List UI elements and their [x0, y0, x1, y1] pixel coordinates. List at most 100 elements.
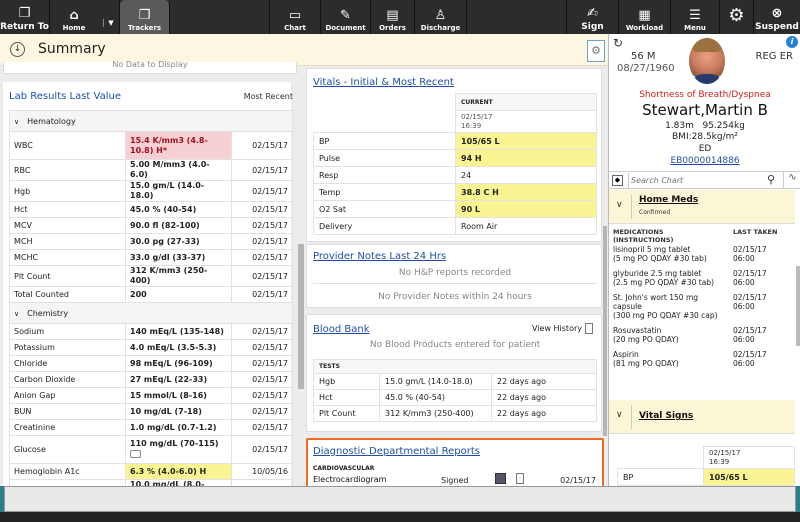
- lab-group-row[interactable]: ∨ Chemistry: [9, 302, 293, 324]
- discharge-button[interactable]: ♙ Discharge: [415, 0, 467, 34]
- lab-name: Creatinine: [9, 419, 126, 436]
- vital-value: 90 L: [455, 200, 597, 218]
- most-recent-label: Most Recent: [243, 92, 293, 101]
- collapse-panel-icon[interactable]: ◆: [612, 175, 623, 186]
- encounter-number-link[interactable]: EB0000014886: [609, 156, 800, 166]
- view-history-button[interactable]: View History: [532, 323, 593, 334]
- info-icon[interactable]: i: [786, 36, 798, 48]
- search-chart-input[interactable]: [631, 174, 759, 187]
- lab-value: 110 mg/dL (70-115): [130, 438, 219, 448]
- lab-group-name: Hematology: [27, 116, 76, 126]
- discharge-icon: ♙: [434, 8, 447, 23]
- return-to-button[interactable]: ❐ Return To: [0, 0, 50, 34]
- sidebar-scrollbar-thumb[interactable]: [796, 266, 800, 346]
- lab-name: MCH: [9, 233, 126, 250]
- blood-bank-title-link[interactable]: Blood Bank: [313, 324, 370, 335]
- summary-settings-button[interactable]: ⚙: [587, 40, 605, 62]
- report-date: 02/15/17: [560, 476, 596, 485]
- vital-value: 38.8 C H: [455, 183, 597, 201]
- lab-date: 02/15/17: [231, 371, 293, 388]
- chart-button[interactable]: ▭ Chart: [270, 0, 321, 34]
- vitals-title-link[interactable]: Vitals - Initial & Most Recent: [313, 77, 454, 88]
- patient-name: Stewart,Martin B: [642, 101, 768, 119]
- home-meds-title[interactable]: Home Meds: [639, 195, 698, 205]
- chevron-down-icon: ∨: [14, 309, 20, 318]
- left-scrollbar-thumb[interactable]: [298, 244, 304, 389]
- middle-scrollbar-thumb[interactable]: [603, 226, 607, 436]
- trend-chart-icon[interactable]: ∿: [783, 172, 800, 189]
- lab-group-row[interactable]: ∨ Hematology: [9, 110, 293, 132]
- lab-table-wrap: ∨ Hematology WBC 15.4 K/mm3 (4.8-10.8) H* 02…: [9, 110, 293, 501]
- med-item[interactable]: glyburide 2.5 mg tablet (2.5 mg PO QDAY #…: [613, 269, 789, 287]
- vitals-row: Resp 24: [313, 166, 597, 184]
- vital-signs-header[interactable]: ∨ Vital Signs: [609, 400, 795, 434]
- status-bar: [4, 486, 796, 512]
- lab-name: Total Counted: [9, 286, 126, 303]
- calendar-icon: ▦: [638, 8, 651, 23]
- med-instructions: (5 mg PO QDAY #30 tab): [613, 254, 707, 263]
- menu-button[interactable]: ☰ Menu: [671, 0, 720, 34]
- med-item[interactable]: Rosuvastatin (20 mg PO QDAY) 02/15/17 06:00: [613, 326, 789, 344]
- lab-value: 140 mEq/L (135-148): [130, 326, 224, 336]
- folder-icon: ▭: [288, 8, 302, 23]
- lab-results-panel: Lab Results Last Value Most Recent ∨ Hema…: [3, 82, 293, 501]
- sign-button[interactable]: ✍ Sign: [567, 0, 619, 34]
- lab-name: MCHC: [9, 249, 126, 266]
- med-item[interactable]: Aspirin (81 mg PO QDAY) 02/15/17 06:00: [613, 350, 789, 368]
- patient-location: REG ER: [755, 51, 793, 62]
- lab-value: 6.3 % (4.0-6.0) H: [130, 466, 207, 476]
- vitals-time: 16:39: [461, 121, 482, 130]
- lab-name: Chloride: [9, 355, 126, 372]
- lab-name: Hemoglobin A1c: [9, 463, 126, 480]
- no-hp-text: No H&P reports recorded: [398, 268, 512, 278]
- expand-icon[interactable]: ↓: [10, 42, 25, 57]
- med-item[interactable]: St. John's wort 150 mg capsule (300 mg PO…: [613, 293, 789, 320]
- blood-bank-row: Hct 45.0 % (40-54) 22 days ago: [313, 389, 597, 406]
- suspend-button[interactable]: ⊗ Suspend: [754, 0, 800, 34]
- lab-results-title: Lab Results Last Value: [9, 91, 121, 102]
- lab-group-name: Chemistry: [27, 308, 69, 318]
- vital-name: Temp: [313, 183, 456, 201]
- comment-icon[interactable]: [130, 449, 141, 458]
- lab-row: Anion Gap 15 mmol/L (8-16) 02/15/17: [9, 387, 293, 404]
- lab-date: 02/15/17: [231, 180, 293, 202]
- trackers-button[interactable]: ❐ Trackers: [120, 0, 170, 34]
- home-icon: ⌂: [69, 8, 79, 23]
- report-name[interactable]: Electrocardiogram: [313, 475, 386, 484]
- home-button[interactable]: ⌂ Home: [50, 0, 98, 34]
- home-dropdown-button[interactable]: ▼: [98, 0, 120, 34]
- med-item[interactable]: lisinopril 5 mg tablet (5 mg PO QDAY #30 …: [613, 245, 789, 263]
- vital-name: Resp: [313, 166, 456, 184]
- lab-value: 15.0 gm/L (14.0-18.0): [130, 181, 205, 200]
- lab-value: 27 mEq/L (22-33): [130, 374, 208, 384]
- lab-row: Hgb 15.0 gm/L (14.0-18.0) 02/15/17: [9, 180, 293, 202]
- provider-notes-title-link[interactable]: Provider Notes Last 24 Hrs: [313, 251, 446, 262]
- lab-date: 02/15/17: [231, 419, 293, 436]
- med-last-time: 06:00: [733, 359, 755, 368]
- med-name: Aspirin: [613, 350, 639, 359]
- vital-signs-time: 16:39: [709, 457, 730, 466]
- med-last-time: 06:00: [733, 335, 755, 344]
- close-circle-icon: ⊗: [771, 6, 783, 21]
- vital-signs-title[interactable]: Vital Signs: [639, 411, 693, 421]
- report-status: Signed: [441, 476, 469, 485]
- search-icon[interactable]: ⚲: [767, 173, 775, 186]
- document-icon[interactable]: [516, 473, 524, 484]
- vitals-table: CURRENT 02/15/17 16:39 BP 105/65 L Pulse 94 …: [313, 93, 597, 235]
- lab-row: MCHC 33.0 g/dl (33-37) 02/15/17: [9, 249, 293, 266]
- lab-name: Potassium: [9, 339, 126, 356]
- med-name: St. John's wort 150 mg capsule: [613, 293, 699, 311]
- lab-date: 02/15/17: [231, 265, 293, 287]
- orders-button[interactable]: ▤ Orders: [371, 0, 415, 34]
- settings-button[interactable]: ⚙: [720, 0, 754, 34]
- home-meds-header[interactable]: ∨ Home Meds Confirmed: [609, 190, 795, 224]
- med-instructions: (81 mg PO QDAY): [613, 359, 679, 368]
- test-value: 45.0 % (40-54): [379, 389, 492, 406]
- current-header: CURRENT: [455, 93, 597, 111]
- refresh-icon[interactable]: ↻: [613, 36, 623, 50]
- diagnostic-reports-title-link[interactable]: Diagnostic Departmental Reports: [313, 446, 480, 457]
- workload-button[interactable]: ▦ Workload: [619, 0, 671, 34]
- blood-bank-panel: Blood Bank View History No Blood Product…: [306, 314, 602, 432]
- ecg-image-icon[interactable]: [495, 473, 506, 484]
- document-button[interactable]: ✎ Document: [321, 0, 371, 34]
